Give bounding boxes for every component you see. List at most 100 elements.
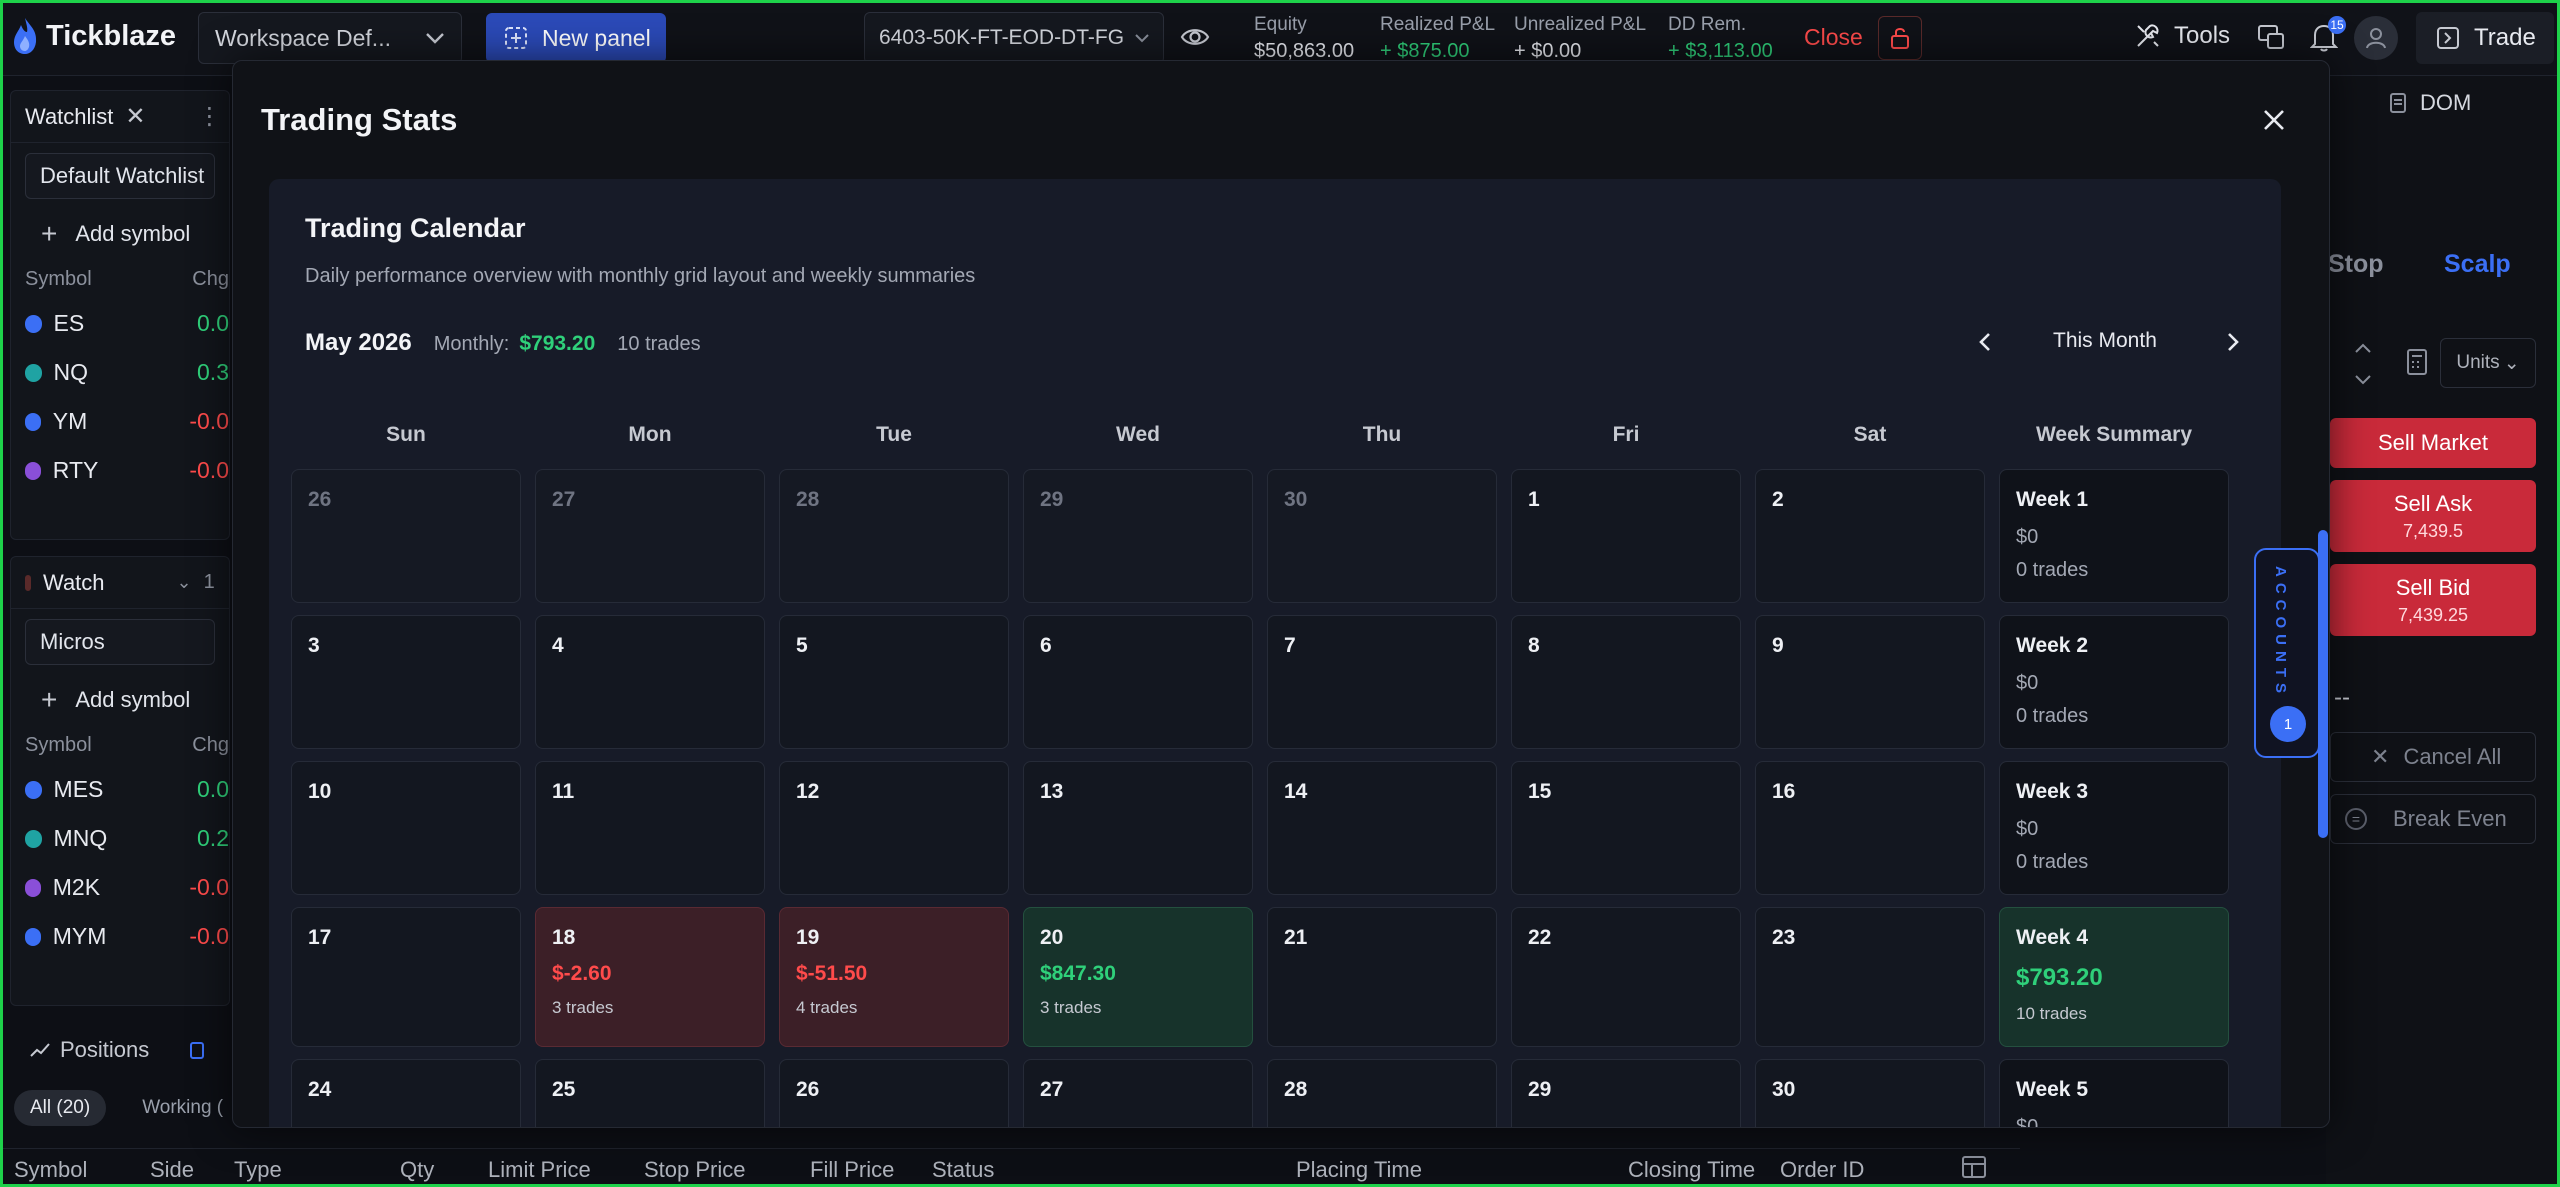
calendar-day[interactable]: 3 (291, 615, 521, 749)
calendar-day[interactable]: 17 (291, 907, 521, 1047)
calendar-day[interactable]: 9 (1755, 615, 1985, 749)
watchlist-title[interactable]: Watch (43, 570, 105, 596)
calendar-day[interactable]: 26 (291, 469, 521, 603)
eye-icon[interactable] (1180, 22, 1210, 52)
trade-button[interactable]: Trade (2416, 12, 2554, 64)
watchlist-row[interactable]: NQ 0.3 (11, 348, 229, 397)
chevron-left-icon[interactable] (1973, 329, 1999, 355)
calendar-day[interactable]: 15 (1511, 761, 1741, 895)
account-select[interactable]: 6403-50K-FT-EOD-DT-FG (864, 12, 1164, 64)
column-symbol[interactable]: Symbol (25, 734, 192, 757)
close-icon[interactable]: ✕ (125, 102, 145, 131)
watchlist-row[interactable]: M2K -0.0 (11, 863, 229, 912)
column-change[interactable]: Chg (192, 268, 229, 291)
calendar-day[interactable]: 2 (1755, 469, 1985, 603)
column-header[interactable]: Fill Price (810, 1157, 894, 1183)
calendar-day[interactable]: 25 (535, 1059, 765, 1127)
calendar-day[interactable]: 7 (1267, 615, 1497, 749)
calendar-day[interactable]: 4 (535, 615, 765, 749)
this-month-button[interactable]: This Month (2053, 329, 2157, 353)
avatar[interactable] (2354, 16, 2398, 60)
break-even-button[interactable]: = Break Even (2330, 794, 2536, 844)
column-header[interactable]: Type (234, 1157, 282, 1183)
column-header[interactable]: Side (150, 1157, 194, 1183)
clipboard-icon[interactable] (189, 1040, 205, 1060)
calendar-day[interactable]: 27 (535, 469, 765, 603)
calendar-day[interactable]: 10 (291, 761, 521, 895)
column-header[interactable]: Qty (400, 1157, 434, 1183)
calculator-icon[interactable] (2406, 348, 2428, 376)
column-header[interactable]: Order ID (1780, 1157, 1864, 1183)
app-logo[interactable]: Tickblaze (10, 16, 176, 56)
tab-stop[interactable]: Stop (2328, 250, 2384, 279)
calendar-day[interactable]: 19 $-51.50 4 trades (779, 907, 1009, 1047)
chevron-down-icon[interactable]: ⌄ (177, 572, 192, 593)
calendar-day[interactable]: 13 (1023, 761, 1253, 895)
sell-bid-button[interactable]: Sell Bid 7,439.25 (2330, 564, 2536, 636)
tab-dom[interactable]: DOM (2390, 90, 2471, 116)
close-icon[interactable] (2259, 105, 2289, 135)
more-icon[interactable]: ⋮ (227, 568, 229, 597)
add-symbol-button[interactable]: + Add symbol (11, 675, 229, 725)
column-header[interactable]: Limit Price (488, 1157, 591, 1183)
close-positions-button[interactable]: Close (1804, 24, 1863, 51)
calendar-day[interactable]: 28 (1267, 1059, 1497, 1127)
calendar-day[interactable]: 16 (1755, 761, 1985, 895)
calendar-day[interactable]: 8 (1511, 615, 1741, 749)
watchlist-row[interactable]: ES 0.0 (11, 299, 229, 348)
calendar-day[interactable]: 24 (291, 1059, 521, 1127)
tab-all-orders[interactable]: All (20) (14, 1090, 107, 1126)
column-header[interactable]: Closing Time (1628, 1157, 1755, 1183)
calendar-day[interactable]: 28 (779, 469, 1009, 603)
stepper-arrows-icon[interactable] (2348, 340, 2378, 388)
watchlist-select[interactable]: Default Watchlist (25, 153, 215, 199)
add-symbol-button[interactable]: + Add symbol (11, 209, 229, 259)
calendar-day[interactable]: 30 (1755, 1059, 1985, 1127)
positions-title[interactable]: Positions (60, 1037, 149, 1063)
watchlist-row[interactable]: RTY -0.0 (11, 446, 229, 495)
column-header[interactable]: Placing Time (1296, 1157, 1422, 1183)
sell-ask-button[interactable]: Sell Ask 7,439.5 (2330, 480, 2536, 552)
calendar-day[interactable]: 22 (1511, 907, 1741, 1047)
watchlist-row[interactable]: MNQ 0.2 (11, 814, 229, 863)
column-header[interactable]: Status (932, 1157, 994, 1183)
accounts-drawer-tab[interactable]: ACCOUNTS 1 (2254, 548, 2320, 758)
columns-icon[interactable] (1960, 1153, 1988, 1181)
column-change[interactable]: Chg (192, 734, 229, 757)
watchlist-row[interactable]: MYM -0.0 (11, 912, 229, 961)
calendar-day[interactable]: 1 (1511, 469, 1741, 603)
calendar-day[interactable]: 14 (1267, 761, 1497, 895)
calendar-day[interactable]: 6 (1023, 615, 1253, 749)
workspace-select[interactable]: Workspace Def... (198, 12, 462, 64)
calendar-day[interactable]: 23 (1755, 907, 1985, 1047)
watchlist-title[interactable]: Watchlist (25, 104, 113, 130)
sell-market-button[interactable]: Sell Market (2330, 418, 2536, 468)
calendar-day[interactable]: 29 (1023, 469, 1253, 603)
calendar-day[interactable]: 21 (1267, 907, 1497, 1047)
column-header[interactable]: Stop Price (644, 1157, 746, 1183)
new-panel-button[interactable]: New panel (486, 13, 666, 63)
watchlist-select[interactable]: Micros (25, 619, 215, 665)
calendar-day[interactable]: 27 (1023, 1059, 1253, 1127)
calendar-day[interactable]: 26 (779, 1059, 1009, 1127)
tools-button[interactable]: Tools (2134, 22, 2230, 50)
calendar-day[interactable]: 29 (1511, 1059, 1741, 1127)
calendar-day[interactable]: 30 (1267, 469, 1497, 603)
layout-icon[interactable] (2256, 22, 2286, 52)
cancel-all-button[interactable]: ✕ Cancel All (2330, 732, 2536, 782)
calendar-day[interactable]: 12 (779, 761, 1009, 895)
watchlist-row[interactable]: MES 0.0 (11, 765, 229, 814)
calendar-day[interactable]: 20 $847.30 3 trades (1023, 907, 1253, 1047)
watchlist-row[interactable]: YM -0.0 (11, 397, 229, 446)
units-select[interactable]: Units ⌄ (2440, 338, 2536, 388)
chevron-right-icon[interactable] (2219, 329, 2245, 355)
lock-button[interactable] (1878, 16, 1922, 60)
calendar-day[interactable]: 5 (779, 615, 1009, 749)
tab-scalp[interactable]: Scalp (2444, 250, 2511, 279)
column-header[interactable]: Symbol (14, 1157, 87, 1183)
calendar-day[interactable]: 11 (535, 761, 765, 895)
calendar-day[interactable]: 18 $-2.60 3 trades (535, 907, 765, 1047)
tab-working-orders[interactable]: Working ( (126, 1090, 239, 1126)
more-icon[interactable]: ⋮ (198, 102, 222, 131)
column-symbol[interactable]: Symbol (25, 268, 192, 291)
